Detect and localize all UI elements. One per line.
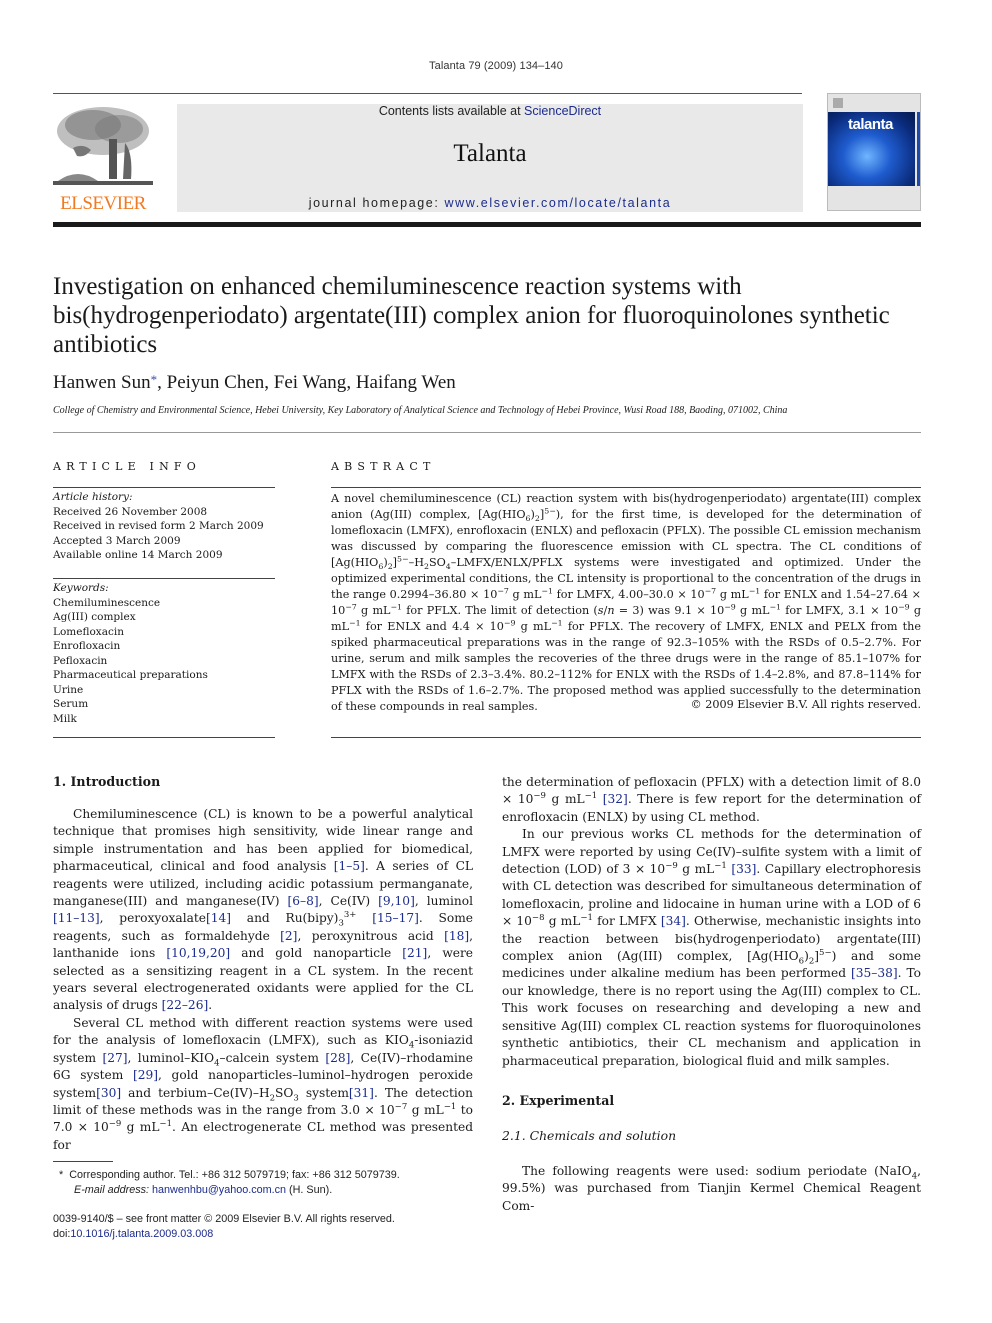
footnote-rule [53, 1161, 113, 1162]
citation-link[interactable]: [21] [402, 946, 427, 960]
author-name: Haifang Wen [355, 372, 456, 393]
footnote-mark: * [59, 1169, 64, 1181]
keyword-item: Pefloxacin [53, 654, 108, 667]
citation-link[interactable]: [33] [731, 862, 756, 876]
citation-link[interactable]: [34] [661, 914, 686, 928]
paragraph: The following reagents were used: sodium… [502, 1164, 921, 1213]
homepage-line: journal homepage: www.elsevier.com/locat… [177, 196, 803, 210]
abstract-copyright: © 2009 Elsevier B.V. All rights reserved… [690, 698, 921, 711]
keyword-item: Lomefloxacin [53, 625, 124, 638]
homepage-link[interactable]: www.elsevier.com/locate/talanta [445, 196, 672, 210]
citation-link[interactable]: [11–13] [53, 911, 100, 925]
keywords-list: Keywords: Chemiluminescence Ag(III) comp… [53, 581, 275, 726]
info-rule [53, 578, 275, 579]
body-column-right-continued: The following reagents were used: sodium… [502, 1163, 921, 1215]
issn-doi-block: 0039-9140/$ – see front matter © 2009 El… [53, 1212, 483, 1242]
citation-link[interactable]: [9,10] [378, 894, 415, 908]
author-name: Hanwen Sun [53, 372, 151, 393]
citation-link[interactable]: [22–26] [162, 998, 209, 1012]
citation-link[interactable]: [30] [96, 1086, 121, 1100]
citation-link[interactable]: [29] [133, 1068, 158, 1082]
corresponding-author-footnote: * Corresponding author. Tel.: +86 312 50… [53, 1168, 483, 1197]
keyword-item: Milk [53, 712, 77, 725]
paper-title: Investigation on enhanced chemiluminesce… [53, 273, 890, 358]
cover-publisher-mark-icon [833, 98, 843, 108]
tree-logo-icon [53, 107, 153, 185]
abstract-body: A novel chemiluminescence (CL) reaction … [331, 492, 922, 713]
homepage-prefix: journal homepage: [308, 196, 445, 210]
citation-link[interactable]: [1–5] [334, 859, 365, 873]
keyword-item: Enrofloxacin [53, 640, 121, 652]
keyword-item: Serum [53, 698, 89, 710]
paragraph: Several CL method with different reactio… [53, 1015, 474, 1152]
history-item: Available online 14 March 2009 [53, 549, 223, 561]
sciencedirect-link[interactable]: ScienceDirect [524, 104, 601, 118]
doi-prefix: doi: [53, 1228, 71, 1240]
corresponding-author-mark[interactable]: * [151, 372, 158, 387]
cover-title: talanta [848, 116, 893, 133]
citation-link[interactable]: [27] [102, 1051, 127, 1065]
author-name: Fei Wang [273, 372, 347, 393]
corresponding-author-text: Corresponding author. Tel.: +86 312 5079… [69, 1169, 400, 1181]
header-thick-rule [53, 222, 921, 227]
email-suffix: (H. Sun). [286, 1183, 333, 1196]
keywords-label: Keywords: [53, 582, 109, 594]
doi-link[interactable]: 10.1016/j.talanta.2009.03.008 [70, 1228, 213, 1240]
email-link[interactable]: hanwenhbu@yahoo.com.cn [152, 1184, 286, 1196]
abstract-heading: ABSTRACT [331, 460, 436, 473]
citation-link[interactable]: [6–8] [288, 894, 319, 908]
contents-prefix: Contents lists available at [378, 104, 525, 118]
abstract-rule [331, 487, 921, 488]
citation-link[interactable]: [32] [603, 792, 628, 806]
keyword-item: Urine [53, 683, 84, 696]
article-info-heading: ARTICLE INFO [53, 460, 201, 473]
citation-link[interactable]: [31] [349, 1086, 374, 1100]
paragraph: the determination of pefloxacin (PFLX) w… [502, 775, 922, 824]
running-head: Talanta 79 (2009) 134–140 [429, 60, 563, 72]
author-list: Hanwen Sun*, Peiyun Chen, Fei Wang, Haif… [53, 372, 456, 393]
citation-link[interactable]: [28] [325, 1051, 350, 1065]
journal-name: Talanta [453, 140, 527, 167]
body-column-left: Chemiluminescence (CL) is known to be a … [53, 789, 473, 1154]
affiliation-rule [53, 432, 921, 433]
section-heading-introduction: 1. Introduction [53, 774, 161, 789]
info-rule [53, 487, 275, 488]
citation-link[interactable]: [18] [444, 929, 469, 943]
top-rule [53, 93, 802, 94]
citation-link[interactable]: [10,19,20] [166, 946, 230, 960]
elsevier-logo[interactable]: ELSEVIER [53, 103, 153, 214]
issn-line: 0039-9140/$ – see front matter © 2009 El… [53, 1213, 395, 1225]
citation-link[interactable]: [2] [280, 929, 297, 943]
article-history: Article history: Received 26 November 20… [53, 490, 275, 563]
paragraph: In our previous works CL methods for the… [502, 827, 921, 1068]
history-item: Accepted 3 March 2009 [53, 534, 181, 547]
citation-link[interactable]: [35–38] [851, 966, 898, 980]
affiliation: College of Chemistry and Environmental S… [53, 405, 788, 416]
citation-link[interactable]: [15–17] [372, 911, 419, 925]
keyword-item: Chemiluminescence [53, 596, 161, 609]
section-heading-experimental: 2. Experimental [502, 1093, 615, 1108]
subsection-heading-chemicals: 2.1. Chemicals and solution [502, 1128, 677, 1143]
email-label: E-mail address: [74, 1183, 150, 1196]
abstract-rule [331, 737, 921, 738]
journal-cover-image[interactable]: talanta [827, 93, 921, 211]
paragraph: Chemiluminescence (CL) is known to be a … [53, 807, 473, 1013]
elsevier-wordmark: ELSEVIER [60, 193, 146, 214]
cover-spine-strip [917, 112, 920, 186]
keyword-item: Pharmaceutical preparations [53, 669, 208, 681]
citation-link[interactable]: [14] [206, 911, 231, 925]
history-label: Article history: [53, 491, 133, 503]
info-rule [53, 737, 275, 738]
history-item: Received 26 November 2008 [53, 505, 208, 518]
keyword-item: Ag(III) complex [53, 611, 136, 623]
author-name: Peiyun Chen [166, 372, 265, 393]
journal-banner: Contents lists available at ScienceDirec… [177, 104, 803, 212]
history-item: Received in revised form 2 March 2009 [53, 520, 264, 532]
contents-line: Contents lists available at ScienceDirec… [177, 104, 803, 118]
body-column-right: the determination of pefloxacin (PFLX) w… [502, 774, 921, 1070]
